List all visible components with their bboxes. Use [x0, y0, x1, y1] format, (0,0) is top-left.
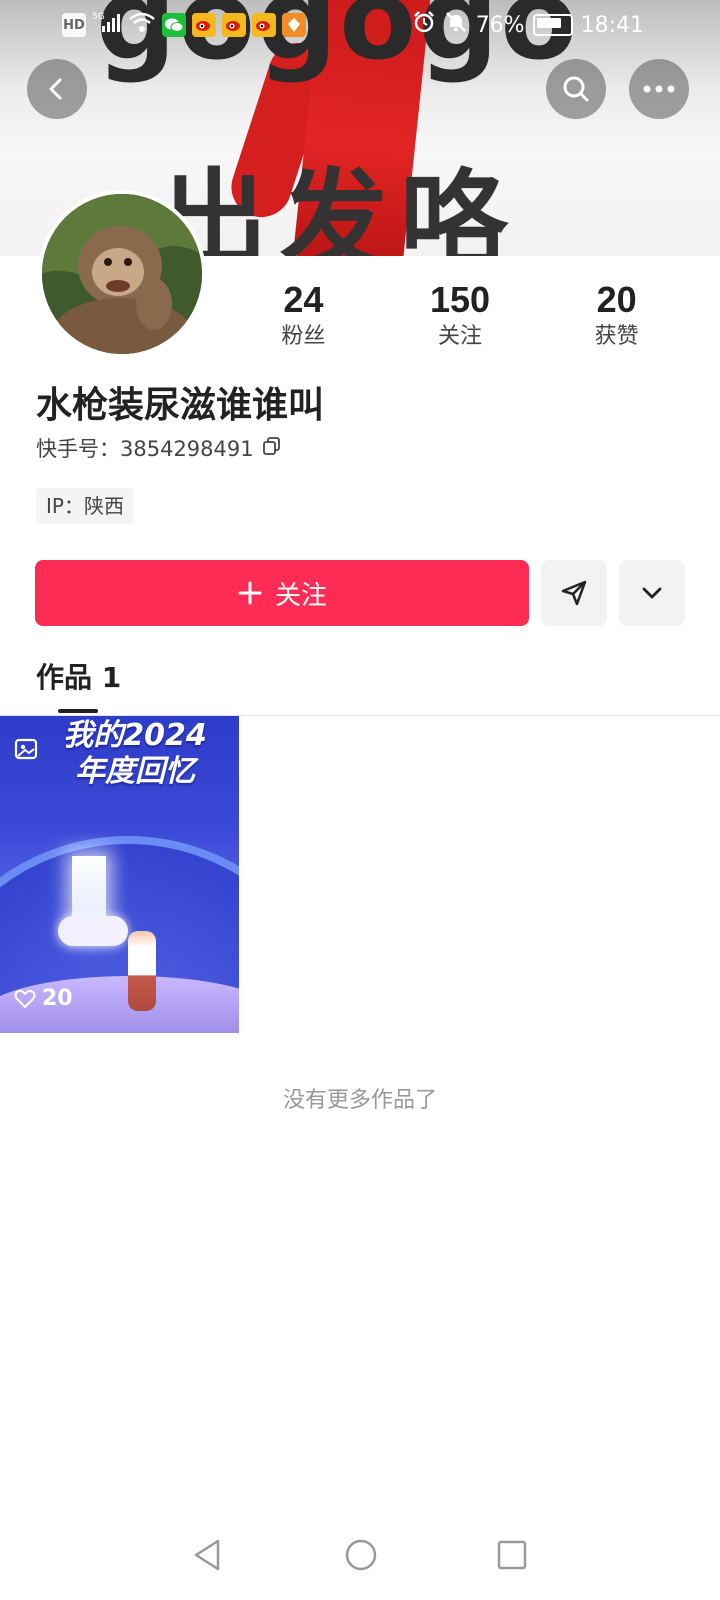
follow-button[interactable]: 关注	[35, 560, 529, 626]
avatar[interactable]	[38, 190, 206, 358]
status-left: HD 5G	[62, 10, 306, 40]
back-button[interactable]	[27, 59, 87, 119]
wechat-icon	[162, 13, 186, 37]
following-label: 关注	[438, 324, 483, 349]
app-icon	[282, 13, 306, 37]
thumbnail-person	[128, 931, 156, 1011]
plus-icon	[238, 581, 262, 605]
cover-text-bottom: 出发咯	[160, 159, 521, 257]
svg-text:5G: 5G	[92, 12, 105, 22]
weibo-icon	[252, 13, 276, 37]
fans-count: 24	[283, 279, 324, 320]
profile-stats: 24 粉丝 150 关注 20 获赞	[225, 280, 695, 350]
avatar-image	[42, 194, 202, 354]
nav-home-button[interactable]	[336, 1530, 386, 1580]
send-message-button[interactable]	[541, 560, 607, 626]
system-nav-bar	[0, 1530, 720, 1600]
more-button[interactable]	[629, 59, 689, 119]
square-recents-icon	[497, 1540, 527, 1570]
likes-stat[interactable]: 20 获赞	[538, 280, 695, 350]
likes-label: 获赞	[594, 324, 639, 349]
send-icon	[561, 580, 587, 606]
gallery-icon	[14, 736, 40, 766]
thumbnail-likes: 20	[14, 986, 73, 1011]
thumbnail-title-line1: 我的2024	[63, 718, 207, 753]
thumbnail-cloud	[58, 916, 128, 946]
thumbnail-title-line2: 年度回忆	[75, 754, 195, 789]
fans-stat[interactable]: 24 粉丝	[225, 280, 382, 350]
more-options-button[interactable]	[619, 560, 685, 626]
thumbnail-likes-count: 20	[42, 986, 73, 1011]
follow-label: 关注	[274, 580, 327, 611]
hd-icon: HD	[62, 13, 86, 37]
username: 水枪装尿滋谁谁叫	[36, 385, 325, 426]
fans-label: 粉丝	[281, 324, 326, 349]
nav-back-button[interactable]	[182, 1530, 232, 1580]
back-icon	[49, 78, 62, 100]
triangle-back-icon	[194, 1539, 220, 1571]
following-stat[interactable]: 150 关注	[382, 280, 539, 350]
kuaishou-id: 快手号：3854298491	[36, 437, 254, 461]
copy-id-button[interactable]	[262, 434, 282, 464]
search-icon	[563, 76, 589, 102]
following-count: 150	[429, 279, 491, 320]
wifi-icon	[128, 10, 156, 40]
status-right: 76% 18:41	[412, 10, 644, 40]
kuaishou-id-row: 快手号：3854298491	[36, 434, 282, 464]
battery-percent: 76%	[475, 12, 525, 38]
likes-count: 20	[596, 279, 637, 320]
no-more-works-text: 没有更多作品了	[282, 1088, 437, 1113]
chevron-down-icon	[642, 587, 662, 599]
heart-icon	[14, 989, 36, 1008]
weibo-icon	[222, 13, 246, 37]
status-bar: HD 5G 76% 18:41	[0, 0, 720, 48]
mute-icon	[444, 10, 468, 40]
ip-location-badge: IP：陕西	[36, 488, 134, 524]
signal-icon: 5G	[92, 10, 122, 40]
tab-works[interactable]: 作品 1	[36, 660, 121, 696]
clock-time: 18:41	[580, 12, 644, 38]
work-thumbnail[interactable]: 我的2024 年度回忆 20	[0, 716, 239, 1033]
thumbnail-title: 我的2024 年度回忆	[40, 718, 230, 790]
circle-home-icon	[345, 1539, 377, 1571]
search-button[interactable]	[546, 59, 606, 119]
alarm-icon	[412, 10, 436, 40]
more-icon	[643, 85, 675, 93]
nav-recents-button[interactable]	[487, 1530, 537, 1580]
weibo-icon	[192, 13, 216, 37]
copy-icon	[262, 437, 280, 455]
tab-works-underline	[58, 709, 98, 713]
battery-icon	[532, 14, 573, 36]
